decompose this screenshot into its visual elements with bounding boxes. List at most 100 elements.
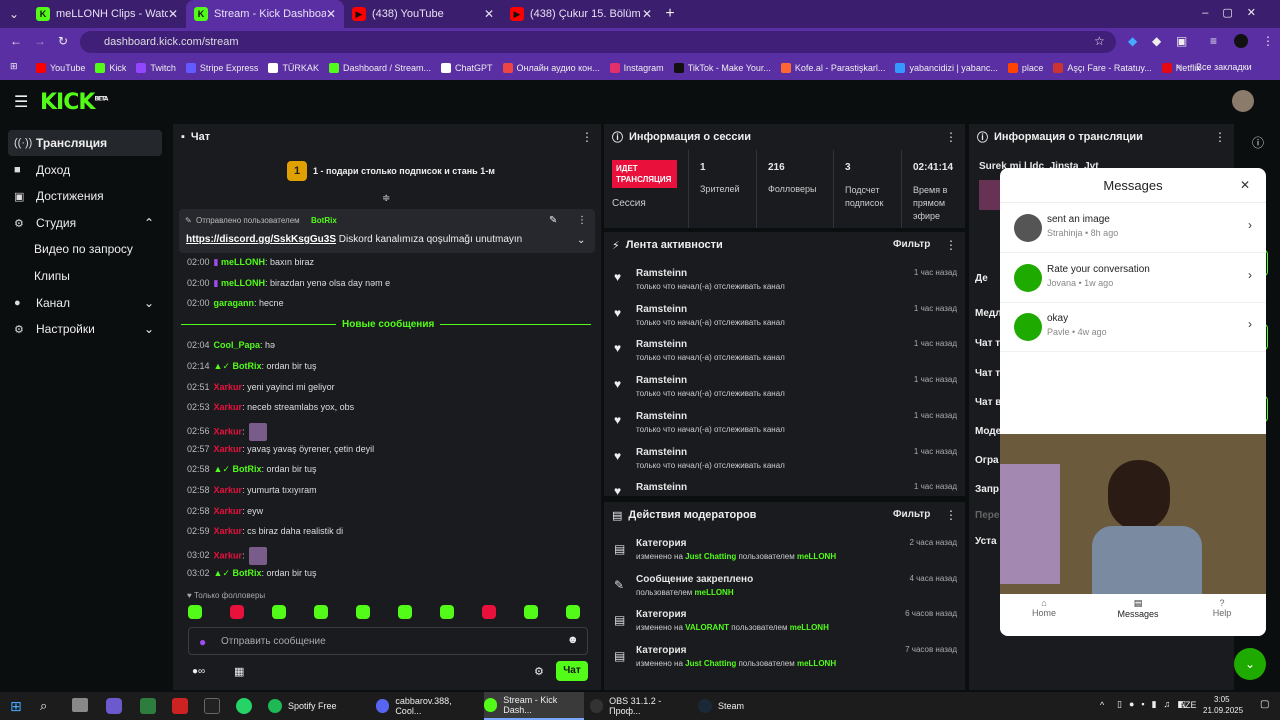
tray-chevron-icon[interactable]: ^ — [1100, 700, 1104, 710]
activity-filter-button[interactable]: Фильтр — [893, 239, 930, 250]
sidebar-item[interactable]: ■ Доход — [8, 157, 162, 183]
goal-expand-icon[interactable]: ≑ — [382, 193, 390, 204]
gift-icon[interactable]: ▦ — [234, 665, 244, 678]
mod-menu-icon[interactable]: ⋮ — [945, 508, 957, 522]
bookmark-item[interactable]: Twitch — [136, 63, 176, 73]
bookmark-item[interactable]: place — [1007, 63, 1043, 73]
apps-grid-icon[interactable]: ⊞ — [10, 61, 18, 72]
emote-icon[interactable] — [314, 605, 328, 619]
search-icon[interactable]: ⌕ — [40, 698, 47, 714]
bookmark-item[interactable]: Dashboard / Stream... — [328, 63, 431, 73]
emote-icon[interactable] — [230, 605, 244, 619]
bookmark-item[interactable]: Kick — [95, 63, 126, 73]
nav-help[interactable]: ? Help — [1206, 598, 1238, 618]
chat-username[interactable]: Xarkur — [214, 550, 243, 560]
chat-username[interactable]: Xarkur — [214, 382, 243, 392]
chat-username[interactable]: BotRix — [232, 361, 261, 371]
start-icon[interactable]: ⊞ — [10, 698, 22, 715]
conversation-item[interactable]: sent an image Strahinja • 8h ago › — [1014, 210, 1252, 250]
chat-username[interactable]: Xarkur — [214, 444, 243, 454]
emote-icon[interactable] — [566, 605, 580, 619]
sidebar-item[interactable]: ● Канал ⌄ — [8, 290, 162, 316]
clock-date[interactable]: 21.09.2025 — [1203, 706, 1243, 715]
mod-user[interactable]: meLLONH — [797, 552, 836, 561]
send-chat-button[interactable]: Чат — [556, 661, 588, 681]
user-avatar[interactable] — [1232, 90, 1254, 112]
task-view-icon[interactable] — [72, 698, 88, 712]
taskbar-app[interactable]: cabbarov.388, Cool... — [376, 692, 476, 720]
bookmark-item[interactable]: Stripe Express — [185, 63, 258, 73]
chat-username[interactable]: Xarkur — [214, 402, 243, 412]
mod-user[interactable]: meLLONH — [695, 588, 734, 597]
taskbar-app[interactable]: Steam — [698, 692, 758, 720]
bookmark-item[interactable]: TÜRKAK — [268, 63, 319, 73]
profile-avatar[interactable] — [1234, 34, 1248, 48]
emote-icon[interactable] — [272, 605, 286, 619]
clock-time[interactable]: 3:05 — [1214, 695, 1230, 704]
chat-username[interactable]: Xarkur — [214, 526, 243, 536]
bookmark-item[interactable]: Онлайн аудио кон... — [502, 63, 600, 73]
chat-username[interactable]: Xarkur — [214, 485, 243, 495]
whatsapp-icon[interactable] — [236, 698, 252, 714]
bookmark-item[interactable]: Kofe.al - Parastişkarl... — [780, 63, 885, 73]
browser-menu-icon[interactable]: ⋮ — [1262, 34, 1274, 48]
bookmark-star-icon[interactable]: ☆ — [1094, 34, 1105, 48]
bookmark-item[interactable]: Netflix — [1161, 63, 1201, 73]
mod-user[interactable]: meLLONH — [790, 623, 829, 632]
app-icon-red[interactable] — [172, 698, 188, 714]
chat-username[interactable]: Xarkur — [214, 506, 243, 516]
app-icon-capcut[interactable] — [204, 698, 220, 714]
browser-tab[interactable]: ▶ (438) YouTube ✕ — [344, 0, 502, 28]
emote-icon[interactable] — [482, 605, 496, 619]
points-icon[interactable]: ●∞ — [192, 666, 205, 677]
bookmark-item[interactable]: yabancidizi | yabanc... — [895, 63, 998, 73]
tab-close-icon[interactable]: ✕ — [484, 7, 494, 21]
emote-icon[interactable] — [398, 605, 412, 619]
tab-close-icon[interactable]: ✕ — [326, 7, 336, 21]
all-bookmarks[interactable]: Все закладки — [1196, 62, 1252, 72]
messenger-launcher[interactable]: ⌄ — [1234, 648, 1266, 680]
emote-icon[interactable] — [188, 605, 202, 619]
chat-settings-icon[interactable]: ⚙ — [534, 665, 544, 678]
more-bookmarks-icon[interactable]: » — [1176, 61, 1181, 71]
chat-username[interactable]: meLLONH — [221, 257, 265, 267]
sidebar-item[interactable]: ((·)) Трансляция — [8, 130, 162, 156]
chat-username[interactable]: Xarkur — [214, 426, 243, 436]
sidebar-item[interactable]: ▣ Достижения — [8, 183, 162, 209]
hamburger-menu-icon[interactable]: ☰ — [14, 92, 28, 112]
reload-icon[interactable]: ↻ — [58, 34, 68, 48]
copilot-icon[interactable] — [106, 698, 122, 714]
tab-search-icon[interactable]: ⌄ — [0, 0, 28, 28]
emote-icon[interactable] — [524, 605, 538, 619]
nav-home[interactable]: ⌂ Home — [1028, 598, 1060, 618]
extension-icon-2[interactable]: ◆ — [1152, 34, 1161, 48]
pinned-link[interactable]: https://discord.gg/SskKsgGu3S — [186, 234, 336, 245]
window-controls[interactable]: –▢✕ — [1202, 6, 1270, 19]
kick-logo[interactable]: KICKBETA — [40, 90, 108, 115]
chat-username[interactable]: BotRix — [232, 464, 261, 474]
unpin-icon[interactable]: ✎ — [549, 215, 557, 226]
chat-username[interactable]: garagann — [214, 298, 255, 308]
emote-icon[interactable] — [356, 605, 370, 619]
taskbar-app[interactable]: Stream - Kick Dash... — [484, 692, 584, 720]
close-icon[interactable]: ✕ — [1240, 178, 1250, 192]
bookmark-item[interactable]: YouTube — [36, 63, 85, 73]
browser-tab[interactable]: K Stream - Kick Dashboard ✕ — [186, 0, 344, 28]
conversation-item[interactable]: okay Pavle • 4w ago › — [1014, 309, 1252, 349]
taskbar-app[interactable]: OBS 31.1.2 - Проф... — [590, 692, 690, 720]
chat-username[interactable]: meLLONH — [221, 278, 265, 288]
session-menu-icon[interactable]: ⋮ — [945, 130, 957, 144]
language-indicator[interactable]: AZE — [1179, 700, 1197, 710]
bookmark-item[interactable]: Aşçı Fare - Ratatuy... — [1053, 63, 1152, 73]
mod-filter-button[interactable]: Фильтр — [893, 509, 930, 520]
pinned-menu-icon[interactable]: ⋮ — [577, 215, 587, 226]
extensions-icon[interactable]: ▣ — [1176, 34, 1187, 48]
chat-menu-icon[interactable]: ⋮ — [581, 130, 593, 144]
side-info-icon[interactable]: ⓘ — [1252, 134, 1264, 151]
activity-user[interactable]: Ramsteinn — [636, 339, 687, 350]
taskbar-app[interactable]: Spotify Free — [268, 692, 358, 720]
tab-close-icon[interactable]: ✕ — [168, 7, 178, 21]
bookmark-item[interactable]: Instagram — [609, 63, 664, 73]
back-icon[interactable]: ← — [10, 34, 22, 48]
activity-user[interactable]: Ramsteinn — [636, 375, 687, 386]
